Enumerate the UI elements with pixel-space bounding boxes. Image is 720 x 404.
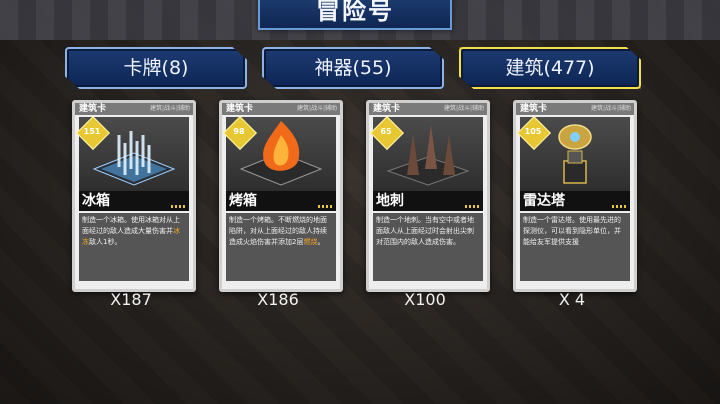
rarity-dots (465, 205, 479, 208)
rarity-dots (171, 205, 185, 208)
card-oven[interactable]: 建筑卡 建筑|战斗|辅助 98 烤箱 制造一个烤箱。不断燃烧的地面陷阱，对从上面… (219, 100, 343, 292)
card-tags: 建筑|战斗|辅助 (296, 105, 337, 112)
cost-value: 105 (524, 127, 542, 136)
card-header: 建筑卡 建筑|战斗|辅助 (222, 103, 340, 115)
card-description: 制造一个冰箱。使用冰箱对从上面经过的敌人造成大量伤害并冰冻敌人1秒。 (79, 213, 189, 281)
card-description: 制造一个雷达塔。使用最先进的探测仪，可以看到隐形单位，并能给友军提供支援 (520, 213, 630, 281)
card-name-bar: 地刺 (373, 191, 483, 211)
card-type: 建筑卡 (520, 104, 548, 114)
card-name-bar: 烤箱 (226, 191, 336, 211)
rarity-dots (612, 205, 626, 208)
card-radar-tower[interactable]: 建筑卡 建筑|战斗|辅助 105 雷达塔 制造一个雷达塔。使用最先进的探测仪，可… (513, 100, 637, 292)
card-type: 建筑卡 (79, 104, 107, 114)
card-description: 制造一个烤箱。不断燃烧的地面陷阱，对从上面经过的敌人持续造成火焰伤害并添加2层燃… (226, 213, 336, 281)
cost-value: 98 (233, 127, 245, 136)
card-ice-box[interactable]: 建筑卡 建筑|战斗|辅助 151 冰箱 制造一个冰箱。使用冰箱对从上面经过的敌人… (72, 100, 196, 292)
card-type: 建筑卡 (226, 104, 254, 114)
cost-value: 65 (380, 127, 392, 136)
card-count: X100 (404, 290, 446, 309)
tab-artifacts[interactable]: 神器(55) (262, 47, 444, 89)
card-header: 建筑卡 建筑|战斗|辅助 (75, 103, 193, 115)
tab-cards[interactable]: 卡牌(8) (65, 47, 247, 89)
card-name: 雷达塔 (523, 193, 565, 209)
card-tags: 建筑|战斗|辅助 (149, 105, 190, 112)
page-title: 冒险号 (258, 0, 452, 30)
card-count: X 4 (558, 290, 586, 309)
card-tags: 建筑|战斗|辅助 (590, 105, 631, 112)
card-name: 地刺 (376, 193, 404, 209)
card-count: X187 (110, 290, 152, 309)
rarity-dots (318, 205, 332, 208)
card-name-bar: 冰箱 (79, 191, 189, 211)
card-type: 建筑卡 (373, 104, 401, 114)
card-header: 建筑卡 建筑|战斗|辅助 (369, 103, 487, 115)
card-tags: 建筑|战斗|辅助 (443, 105, 484, 112)
card-name-bar: 雷达塔 (520, 191, 630, 211)
card-header: 建筑卡 建筑|战斗|辅助 (516, 103, 634, 115)
card-name: 冰箱 (82, 193, 110, 209)
cost-value: 151 (83, 127, 101, 136)
desc-highlight: 燃烧 (303, 238, 318, 246)
card-count: X186 (257, 290, 299, 309)
card-description: 制造一个地刺。当有空中或者地面敌人从上面经过时会射出尖刺对范围内的敌人造成伤害。 (373, 213, 483, 281)
tab-buildings[interactable]: 建筑(477) (459, 47, 641, 89)
card-ground-spike[interactable]: 建筑卡 建筑|战斗|辅助 65 地刺 制造一个地刺。当有空中或者地面敌人从上面经… (366, 100, 490, 292)
card-name: 烤箱 (229, 193, 257, 209)
